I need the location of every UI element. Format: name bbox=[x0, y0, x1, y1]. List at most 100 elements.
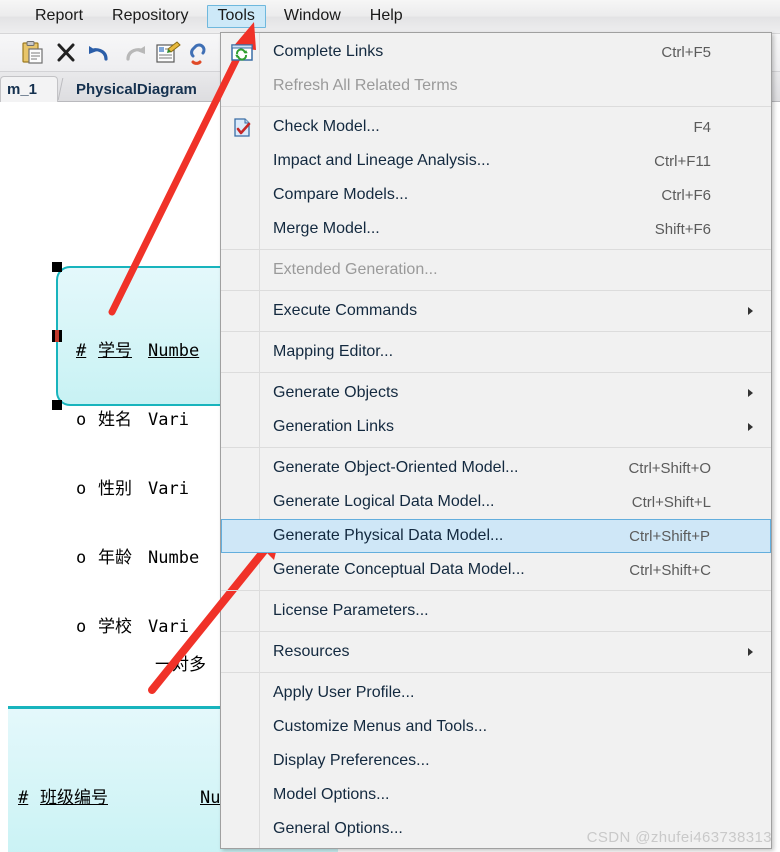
menu-item-generate-physical-data-model[interactable]: Generate Physical Data Model... Ctrl+Shi… bbox=[221, 519, 771, 553]
menu-item-label: Check Model... bbox=[273, 118, 380, 135]
menu-item-license-parameters[interactable]: License Parameters... bbox=[221, 594, 771, 628]
menu-separator bbox=[221, 447, 771, 448]
tab-physicaldiagram[interactable]: PhysicalDiagram bbox=[66, 76, 207, 102]
menu-item-complete-links[interactable]: Complete Links Ctrl+F5 bbox=[221, 35, 771, 69]
menu-item-label: Refresh All Related Terms bbox=[273, 77, 458, 94]
menu-item-check-model[interactable]: Check Model... F4 bbox=[221, 110, 771, 144]
menu-item-label: Generate Logical Data Model... bbox=[273, 493, 495, 510]
menu-separator bbox=[221, 631, 771, 632]
menu-item-label: Mapping Editor... bbox=[273, 343, 394, 360]
selection-handle-middle-left[interactable] bbox=[52, 330, 62, 342]
menu-item-label: Generate Objects bbox=[273, 384, 399, 401]
menu-item-accelerator: F4 bbox=[693, 118, 711, 136]
menu-item-generate-object-oriented-model[interactable]: Generate Object-Oriented Model... Ctrl+S… bbox=[221, 451, 771, 485]
attribute-row: o 学校 Vari bbox=[76, 616, 199, 639]
menubar-item-tools[interactable]: Tools bbox=[206, 5, 266, 28]
menu-item-refresh-all-related-terms: Refresh All Related Terms bbox=[221, 69, 771, 103]
menu-item-merge-model[interactable]: Merge Model... Shift+F6 bbox=[221, 212, 771, 246]
tab-separator bbox=[57, 78, 64, 100]
menu-item-extended-generation: Extended Generation... bbox=[221, 253, 771, 287]
menubar-item-report[interactable]: Report bbox=[24, 5, 94, 28]
menu-item-impact-and-lineage-analysis[interactable]: Impact and Lineage Analysis... Ctrl+F11 bbox=[221, 144, 771, 178]
menubar-item-repository[interactable]: Repository bbox=[101, 5, 199, 28]
refresh-links-icon bbox=[231, 43, 253, 61]
menu-item-label: Display Preferences... bbox=[273, 752, 430, 769]
menu-item-accelerator: Shift+F6 bbox=[654, 220, 711, 238]
menu-item-label: Generate Physical Data Model... bbox=[273, 527, 504, 544]
attribute-row: # 班级编号 Nu bbox=[18, 787, 220, 810]
tools-dropdown-menu[interactable]: Complete Links Ctrl+F5 Refresh All Relat… bbox=[220, 32, 772, 849]
menu-item-accelerator: Ctrl+Shift+P bbox=[629, 527, 710, 545]
menu-item-compare-models[interactable]: Compare Models... Ctrl+F6 bbox=[221, 178, 771, 212]
attribute-name: 学校 bbox=[98, 617, 132, 637]
menu-item-label: Impact and Lineage Analysis... bbox=[273, 152, 491, 169]
menu-item-execute-commands[interactable]: Execute Commands bbox=[221, 294, 771, 328]
menu-item-mapping-editor[interactable]: Mapping Editor... bbox=[221, 335, 771, 369]
menu-item-resources[interactable]: Resources bbox=[221, 635, 771, 669]
attribute-key: # bbox=[18, 788, 29, 808]
undo-icon[interactable] bbox=[86, 40, 114, 66]
attribute-key: o bbox=[76, 617, 87, 637]
menu-separator bbox=[221, 331, 771, 332]
menu-item-general-options[interactable]: General Options... bbox=[221, 812, 771, 846]
menu-separator bbox=[221, 290, 771, 291]
relationship-label: 一对多 bbox=[155, 655, 206, 675]
pdm-application-window: Report Repository Tools Window Help m_1 … bbox=[0, 0, 780, 852]
menu-item-label: Compare Models... bbox=[273, 186, 409, 203]
menu-item-generate-conceptual-data-model[interactable]: Generate Conceptual Data Model... Ctrl+S… bbox=[221, 553, 771, 587]
menu-item-label: Apply User Profile... bbox=[273, 684, 415, 701]
attribute-row: # 学号 Numbe bbox=[76, 340, 199, 363]
menubar-item-window[interactable]: Window bbox=[273, 5, 352, 28]
menubar-item-help[interactable]: Help bbox=[359, 5, 414, 28]
attribute-name: 性别 bbox=[98, 479, 132, 499]
tab-model[interactable]: m_1 bbox=[0, 76, 58, 102]
attribute-key: # bbox=[76, 341, 87, 361]
attribute-key: o bbox=[76, 548, 87, 568]
menu-item-apply-user-profile[interactable]: Apply User Profile... bbox=[221, 676, 771, 710]
menu-item-model-options[interactable]: Model Options... bbox=[221, 778, 771, 812]
attribute-type: Nu bbox=[200, 788, 221, 808]
menu-item-label: License Parameters... bbox=[273, 602, 429, 619]
entity-class-attributes: # 班级编号 Nu o 班级名称 Va o 班级人数 Nu o Attribut… bbox=[18, 741, 220, 852]
delete-x-icon[interactable] bbox=[52, 40, 80, 66]
paste-icon[interactable] bbox=[18, 40, 46, 66]
menu-item-label: Generate Conceptual Data Model... bbox=[273, 561, 525, 578]
selection-handle-bottom-left[interactable] bbox=[52, 400, 62, 410]
menu-item-label: Extended Generation... bbox=[273, 261, 438, 278]
check-model-icon bbox=[231, 118, 251, 137]
menu-item-generate-objects[interactable]: Generate Objects bbox=[221, 376, 771, 410]
menu-item-accelerator: Ctrl+Shift+L bbox=[631, 493, 711, 511]
chevron-right-icon bbox=[748, 423, 753, 431]
menu-item-accelerator: Ctrl+F6 bbox=[661, 186, 711, 204]
link-icon[interactable] bbox=[188, 40, 216, 66]
attribute-type: Vari bbox=[148, 479, 189, 499]
menu-item-label: Generation Links bbox=[273, 418, 394, 435]
menu-item-accelerator: Ctrl+Shift+O bbox=[628, 459, 711, 477]
attribute-name: 年龄 bbox=[98, 548, 132, 568]
menu-separator bbox=[221, 672, 771, 673]
selection-handle-top-left[interactable] bbox=[52, 262, 62, 272]
menu-item-customize-menus-and-tools[interactable]: Customize Menus and Tools... bbox=[221, 710, 771, 744]
attribute-row: o 姓名 Vari bbox=[76, 409, 199, 432]
menu-separator bbox=[221, 249, 771, 250]
attribute-row: o 性别 Vari bbox=[76, 478, 199, 501]
attribute-name: 学号 bbox=[98, 341, 132, 361]
attribute-key: o bbox=[76, 410, 87, 430]
menu-item-accelerator: Ctrl+F5 bbox=[661, 43, 711, 61]
properties-icon[interactable] bbox=[154, 40, 182, 66]
menu-item-accelerator: Ctrl+Shift+C bbox=[629, 561, 711, 579]
attribute-key: o bbox=[76, 479, 87, 499]
menu-item-generation-links[interactable]: Generation Links bbox=[221, 410, 771, 444]
menu-item-label: Complete Links bbox=[273, 43, 384, 60]
chevron-right-icon bbox=[748, 648, 753, 656]
menu-item-display-preferences[interactable]: Display Preferences... bbox=[221, 744, 771, 778]
attribute-row: o 年龄 Numbe bbox=[76, 547, 199, 570]
attribute-type: Vari bbox=[148, 410, 189, 430]
menu-bar: Report Repository Tools Window Help bbox=[0, 0, 780, 34]
menu-separator bbox=[221, 106, 771, 107]
attribute-name: 班级编号 bbox=[40, 788, 108, 808]
menu-item-label: Generate Object-Oriented Model... bbox=[273, 459, 519, 476]
attribute-type: Numbe bbox=[148, 548, 200, 568]
menu-item-generate-logical-data-model[interactable]: Generate Logical Data Model... Ctrl+Shif… bbox=[221, 485, 771, 519]
menu-item-label: General Options... bbox=[273, 820, 403, 837]
